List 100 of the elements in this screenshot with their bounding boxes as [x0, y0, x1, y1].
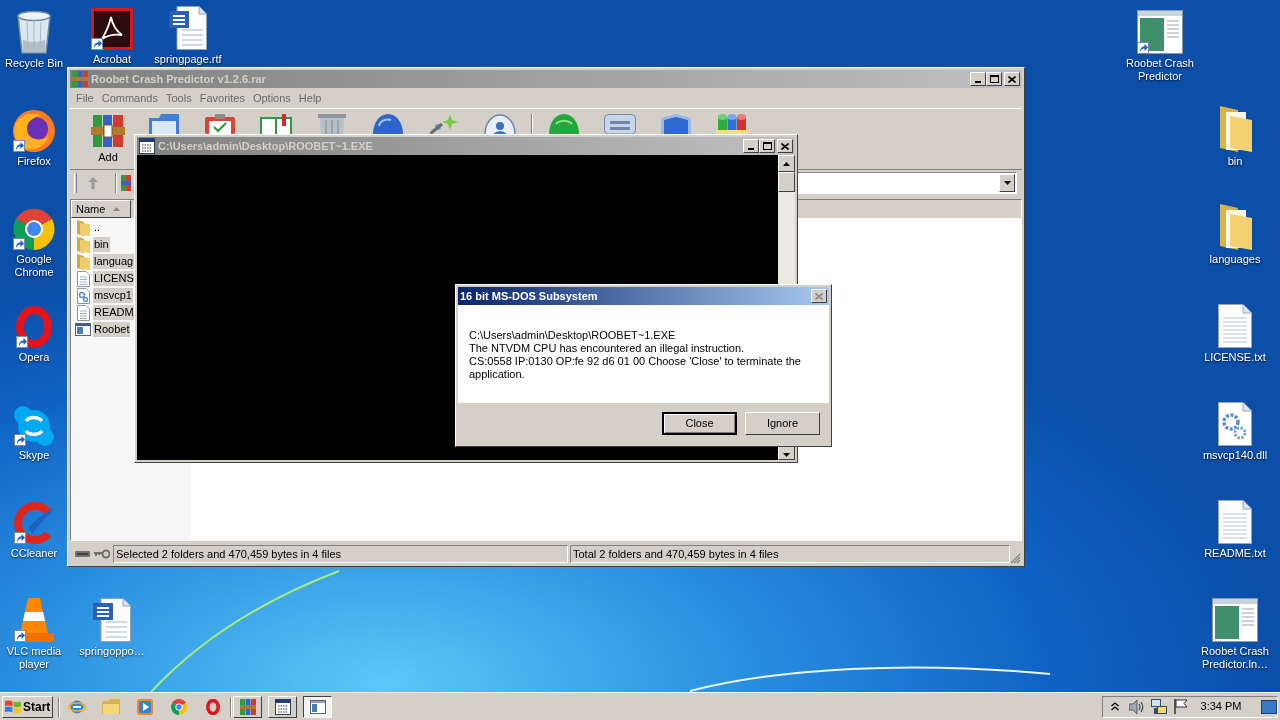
file-name[interactable]: bin: [93, 237, 110, 252]
books-row-icon[interactable]: [716, 114, 748, 134]
close-button[interactable]: [811, 289, 827, 303]
scrollbar-thumb[interactable]: [778, 172, 795, 192]
text-file-icon[interactable]: [1218, 500, 1252, 544]
close-icon: [1008, 75, 1016, 83]
flag-icon[interactable]: [1174, 699, 1188, 714]
drive-icon: [75, 551, 90, 557]
menu-item[interactable]: Tools: [162, 90, 196, 105]
text-file-icon: [76, 270, 90, 287]
clipboard-icon[interactable]: [205, 114, 235, 134]
drawer-icon[interactable]: [604, 114, 636, 134]
status-text: Selected 2 folders and 470,459 bytes in 4 files: [113, 545, 568, 563]
dialog-button[interactable]: Ignore: [745, 412, 820, 435]
maximize-button[interactable]: [759, 139, 775, 153]
minimize-icon: [748, 148, 754, 150]
window-icon: [75, 323, 91, 336]
menu-item[interactable]: Commands: [97, 90, 162, 105]
document-icon[interactable]: [93, 598, 131, 642]
console-window-icon[interactable]: [139, 138, 155, 154]
minimize-icon: [975, 81, 981, 83]
icon-label[interactable]: Roobet Crash Predictor.ln…: [1197, 645, 1273, 671]
flag-logo-icon: [5, 699, 21, 714]
caret-down-icon: [783, 453, 790, 457]
chevron-up-icon[interactable]: [1111, 702, 1119, 711]
gear-file-icon[interactable]: [1218, 402, 1252, 446]
status-text: Total 2 folders and 470,459 bytes in 4 files: [570, 545, 1010, 563]
error-message: C:\Users\admin\Desktop\ROOBET~1.EXE The NTVDM CPU has encountered an illegal instruction. CS:0558 IP:0130 OP:fe 92 d6 01 00 Choose 'Close' to terminate the application.: [469, 329, 802, 381]
open-book-icon[interactable]: [260, 114, 292, 134]
column-header[interactable]: Name: [71, 200, 131, 218]
file-name[interactable]: languag: [93, 254, 135, 269]
stacked-books-icon[interactable]: [239, 698, 256, 715]
icon-label[interactable]: LICENSE.txt: [1204, 351, 1266, 364]
up-arrow-icon: [88, 177, 98, 189]
file-name[interactable]: READM: [93, 305, 135, 320]
window-icon[interactable]: [309, 699, 326, 714]
network-icon[interactable]: [1151, 698, 1167, 715]
folder-icon: [76, 253, 90, 270]
segmented-circle-icon[interactable]: [13, 208, 55, 250]
flame-globe-icon[interactable]: [13, 110, 55, 152]
text-file-icon[interactable]: [1218, 304, 1252, 348]
scroll-up-button[interactable]: [778, 155, 795, 172]
resize-grip-icon[interactable]: [1010, 553, 1021, 564]
path-combobox[interactable]: [797, 172, 1017, 194]
close-button[interactable]: [777, 139, 793, 153]
menu-item[interactable]: Help: [294, 90, 326, 105]
folder-icon[interactable]: [1218, 204, 1252, 250]
swirl-tile-icon[interactable]: [91, 8, 133, 50]
window-thumbnail-icon[interactable]: [1212, 598, 1258, 642]
icon-label[interactable]: Acrobat: [93, 53, 131, 66]
window-title: C:\Users\admin\Desktop\ROOBET~1.EXE: [158, 139, 373, 153]
icon-label[interactable]: VLC media player: [2, 645, 66, 671]
dropdown-button[interactable]: [999, 174, 1015, 192]
icon-label[interactable]: Skype: [18, 449, 50, 462]
icon-label[interactable]: Opera: [18, 351, 50, 364]
sparkle-wand-icon[interactable]: [430, 114, 458, 134]
file-name[interactable]: msvcp1: [93, 288, 133, 303]
document-icon[interactable]: [169, 6, 207, 50]
folder-icon: [76, 236, 90, 253]
icon-label[interactable]: CCleaner: [10, 547, 58, 560]
icon-label[interactable]: bin: [1227, 155, 1243, 168]
icon-label[interactable]: Recycle Bin: [4, 57, 64, 70]
icon-label[interactable]: Roobet Crash Predictor: [1122, 57, 1198, 83]
text-file-icon: [76, 304, 90, 321]
window-thumbnail-icon[interactable]: [1137, 10, 1183, 54]
folder-icon[interactable]: [1218, 106, 1252, 152]
key-icon: [94, 549, 110, 559]
icon-label[interactable]: Firefox: [17, 155, 51, 168]
icon-label[interactable]: README.txt: [1204, 547, 1266, 560]
show-desktop-button[interactable]: [1261, 699, 1277, 714]
file-name[interactable]: Roobet: [93, 322, 131, 337]
icon-label[interactable]: Google Chrome: [2, 253, 66, 279]
icon-label[interactable]: msvcp140.dll: [1202, 449, 1268, 462]
start-button[interactable]: Start: [2, 695, 53, 718]
shield-icon[interactable]: [661, 114, 691, 134]
maximize-button[interactable]: [986, 72, 1002, 86]
window-title: 16 bit MS-DOS Subsystem: [460, 289, 598, 303]
minimize-button[interactable]: [743, 139, 759, 153]
icon-label[interactable]: springpage.rtf: [154, 53, 222, 66]
arc-logo-icon[interactable]: [14, 502, 54, 544]
toolbar-button[interactable]: Add: [89, 114, 127, 163]
taskbar-button[interactable]: [303, 695, 332, 718]
folder-icon: [76, 219, 90, 236]
recycle-bin-icon[interactable]: [16, 10, 52, 54]
menu-item[interactable]: Favorites: [195, 90, 249, 105]
minimize-button[interactable]: [970, 72, 986, 86]
close-icon: [781, 142, 789, 150]
speaker-icon[interactable]: [1129, 699, 1145, 714]
close-button[interactable]: [1004, 72, 1020, 86]
dialog-button[interactable]: Close: [662, 412, 737, 435]
window-title: Roobet Crash Predictor v1.2.6.rar: [91, 72, 266, 86]
ring-icon[interactable]: [16, 306, 52, 348]
console-window-icon[interactable]: [274, 698, 291, 715]
stacked-books-icon[interactable]: [91, 114, 125, 148]
file-name[interactable]: LICENS: [93, 271, 135, 286]
menu-item[interactable]: Options: [248, 90, 295, 105]
icon-label[interactable]: languages: [1209, 253, 1261, 266]
maximize-icon: [762, 142, 772, 150]
menu-item[interactable]: File: [72, 90, 98, 105]
play-tile-icon[interactable]: [137, 698, 153, 715]
